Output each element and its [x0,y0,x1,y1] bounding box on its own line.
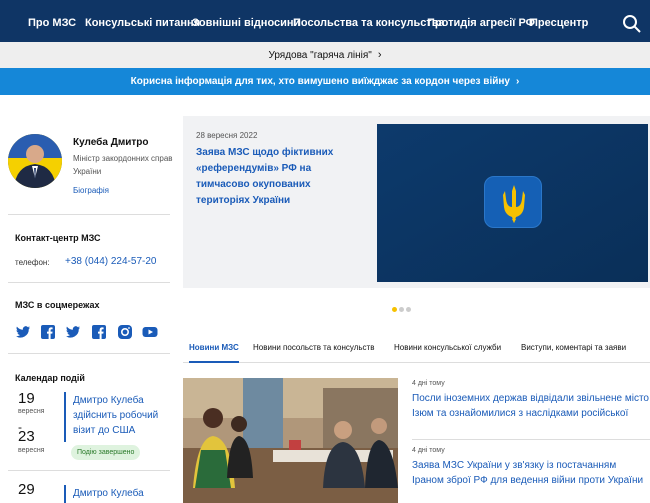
nav-item-press-center[interactable]: Пресцентр [530,17,588,29]
nav-item-embassies[interactable]: Посольства та консульства [293,17,444,29]
chevron-right-icon: › [377,49,382,61]
event-accent-bar [64,485,66,503]
news-title[interactable]: Посли іноземних держав відвідали звільне… [412,391,650,421]
facebook-icon[interactable] [40,324,56,340]
nav-item-consular[interactable]: Консульські питання [85,17,200,29]
news-photo[interactable] [183,378,398,503]
hero-title[interactable]: Заява МЗС щодо фіктивних «референдумів» … [196,145,366,209]
banner-label: Корисна інформація для тих, хто вимушено… [130,76,510,87]
event-status-badge: Подію завершено [71,445,141,460]
twitter-icon[interactable] [65,324,81,340]
minister-role: Міністр закордонних справ України [73,154,173,176]
twitter-icon[interactable] [15,324,31,340]
contact-title: Контакт-центр МЗС [15,233,101,243]
event-accent-bar [64,392,66,442]
minister-avatar [8,134,62,188]
event-title[interactable]: Дмитро Кулеба [73,486,173,501]
event-start-month: вересня [18,408,45,415]
info-banner[interactable]: Корисна інформація для тих, хто вимушено… [0,68,650,95]
biography-link[interactable]: Біографія [73,186,109,195]
nav-item-counter-aggression[interactable]: Протидія агресії РФ [427,17,535,29]
divider [412,439,650,440]
divider [8,214,170,215]
hotline-label: Урядова "гаряча лінія" [268,50,372,61]
news-time: 4 дні тому [412,380,445,387]
event-end-month: вересня [18,447,45,454]
divider [8,353,170,354]
slider-dot[interactable] [406,307,411,312]
calendar-title: Календар подій [15,373,85,383]
news-title[interactable]: Заява МЗС України у зв'язку із постачанн… [412,458,650,488]
slider-dot-active[interactable] [392,307,397,312]
news-time: 4 дні тому [412,447,445,454]
nav-item-foreign-relations[interactable]: Зовнішні відносини [192,17,300,29]
facebook-icon[interactable] [91,324,107,340]
phone-link[interactable]: +38 (044) 224-57-20 [65,256,156,267]
tab-consular-news[interactable]: Новини консульської служби [394,336,501,363]
minister-name[interactable]: Кулеба Дмитро [73,137,148,148]
phone-label: телефон: [15,258,50,267]
tab-embassy-news[interactable]: Новини посольств та консульств [253,336,374,363]
slider-dot[interactable] [399,307,404,312]
hotline-bar[interactable]: Урядова "гаряча лінія" › [0,42,650,68]
hero-date: 28 вересня 2022 [196,131,258,140]
tab-speeches[interactable]: Виступи, коментарі та заяви [521,336,626,363]
instagram-icon[interactable] [117,324,133,340]
trident-emblem-icon [484,176,542,228]
youtube-icon[interactable] [142,324,158,340]
divider [8,282,170,283]
top-navigation: Про МЗС Консульські питання Зовнішні від… [0,0,650,42]
slider-dots [392,299,413,317]
event-start-day: 29 [18,481,35,498]
tab-mfa-news[interactable]: Новини МЗС [189,336,239,363]
event-start-day: 19 [18,390,35,407]
event-title[interactable]: Дмитро Кулеба здійснить робочий візит до… [73,393,173,438]
social-title: МЗС в соцмережах [15,300,100,310]
event-end-day: 23 [18,428,35,445]
chevron-right-icon: › [515,76,520,87]
divider [8,470,170,471]
news-tabs: Новини МЗС Новини посольств та консульст… [183,336,650,363]
search-icon[interactable] [622,14,642,34]
nav-item-about[interactable]: Про МЗС [28,17,76,29]
